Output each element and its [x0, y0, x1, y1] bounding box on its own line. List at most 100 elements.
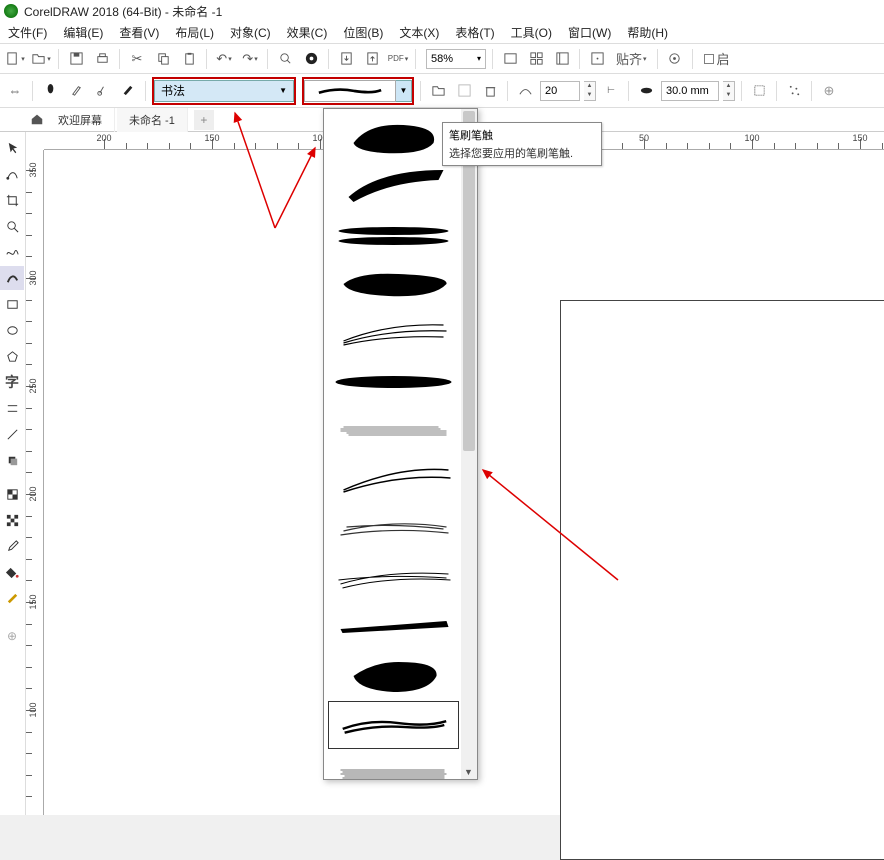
brush-item[interactable] — [328, 554, 459, 602]
menu-table[interactable]: 表格(T) — [455, 24, 494, 41]
pick-tool[interactable] — [0, 136, 24, 160]
smoothing-input[interactable]: 20 — [540, 81, 580, 101]
menu-edit[interactable]: 编辑(E) — [63, 24, 103, 41]
eyedropper-tool[interactable] — [0, 534, 24, 558]
smoothing-slider-icon[interactable]: ⊢ — [600, 80, 622, 102]
bounding-box-icon[interactable] — [748, 80, 770, 102]
print-button[interactable] — [91, 48, 113, 70]
brush-item[interactable] — [328, 505, 459, 553]
smoothing-icon — [514, 80, 536, 102]
delete-brush-button[interactable] — [479, 80, 501, 102]
shape-tool[interactable] — [0, 162, 24, 186]
brush-stroke-preview[interactable] — [304, 80, 396, 102]
stroke-width-spinner[interactable]: ▲▼ — [723, 81, 735, 101]
brush-item[interactable] — [328, 456, 459, 504]
parallel-dim-tool[interactable] — [0, 396, 24, 420]
stroke-width-icon — [635, 80, 657, 102]
scatter-icon[interactable] — [783, 80, 805, 102]
tab-add-button[interactable]: + — [194, 110, 214, 130]
brush-item-selected[interactable] — [328, 701, 459, 749]
scrollbar-down-icon[interactable]: ▼ — [464, 767, 473, 777]
redo-button[interactable]: ↷ — [239, 48, 261, 70]
browse-button[interactable] — [427, 80, 449, 102]
brush-item[interactable] — [328, 309, 459, 357]
menu-window[interactable]: 窗口(W) — [568, 24, 611, 41]
menu-effects[interactable]: 效果(C) — [287, 24, 328, 41]
menu-tools[interactable]: 工具(O) — [511, 24, 552, 41]
transparency-tool[interactable] — [0, 482, 24, 506]
annotation-arrow-3 — [478, 460, 638, 590]
menu-file[interactable]: 文件(F) — [8, 24, 47, 41]
publish-pdf-button[interactable]: PDF — [387, 48, 409, 70]
menu-help[interactable]: 帮助(H) — [627, 24, 668, 41]
tab-document[interactable]: 未命名 -1 — [117, 108, 188, 132]
menu-view[interactable]: 查看(V) — [119, 24, 159, 41]
spray-icon[interactable] — [91, 80, 113, 102]
open-button[interactable] — [30, 48, 52, 70]
ellipse-tool[interactable] — [0, 318, 24, 342]
new-button[interactable] — [4, 48, 26, 70]
brush-stroke-dropdown-arrow[interactable]: ▼ — [396, 80, 412, 102]
menu-object[interactable]: 对象(C) — [230, 24, 271, 41]
tab-welcome[interactable]: 欢迎屏幕 — [46, 108, 115, 132]
search-button[interactable] — [274, 48, 296, 70]
save-brush-button[interactable] — [453, 80, 475, 102]
brush-icon[interactable] — [65, 80, 87, 102]
freehand-tool[interactable] — [0, 240, 24, 264]
checker-tool[interactable] — [0, 508, 24, 532]
tooltip: 笔刷笔触 选择您要应用的笔刷笔触. — [442, 122, 602, 166]
outline-tool[interactable] — [0, 586, 24, 610]
artistic-media-tool[interactable] — [0, 266, 24, 290]
expand-tool[interactable]: ⊕ — [0, 624, 24, 648]
brush-item[interactable] — [328, 358, 459, 406]
add-button[interactable]: ⊕ — [818, 80, 840, 102]
copy-button[interactable] — [152, 48, 174, 70]
menu-layout[interactable]: 布局(L) — [175, 24, 214, 41]
title-bar: CorelDRAW 2018 (64-Bit) - 未命名 -1 — [0, 0, 884, 22]
brush-item[interactable] — [328, 260, 459, 308]
export-button[interactable] — [361, 48, 383, 70]
brush-scrollbar[interactable]: ▼ — [461, 109, 477, 779]
mirror-h-icon[interactable]: ⇔ — [4, 80, 26, 102]
brush-category-combo[interactable]: 书法 ▼ — [154, 80, 294, 102]
polygon-tool[interactable] — [0, 344, 24, 368]
fill-tool[interactable] — [0, 560, 24, 584]
fullscreen-button[interactable] — [499, 48, 521, 70]
paste-button[interactable] — [178, 48, 200, 70]
snap-button[interactable] — [586, 48, 608, 70]
brush-item[interactable] — [328, 750, 459, 780]
tooltip-title: 笔刷笔触 — [449, 127, 595, 143]
menu-bitmap[interactable]: 位图(B) — [343, 24, 383, 41]
save-button[interactable] — [65, 48, 87, 70]
toolbox: 字 ⊕ — [0, 132, 26, 815]
zoom-combo[interactable]: 58%▾ — [426, 49, 486, 69]
app-logo — [4, 4, 18, 18]
home-icon[interactable] — [30, 112, 44, 126]
brush-item[interactable] — [328, 603, 459, 651]
gauge-icon[interactable] — [300, 48, 322, 70]
connector-tool[interactable] — [0, 422, 24, 446]
preset-brush-icon[interactable] — [39, 80, 61, 102]
import-button[interactable] — [335, 48, 357, 70]
brush-category-highlight: 书法 ▼ — [152, 77, 296, 105]
undo-button[interactable]: ↶ — [213, 48, 235, 70]
window-title: CorelDRAW 2018 (64-Bit) - 未命名 -1 — [24, 3, 222, 20]
brush-item[interactable] — [328, 652, 459, 700]
zoom-tool[interactable] — [0, 214, 24, 238]
drop-shadow-tool[interactable] — [0, 448, 24, 472]
smoothing-spinner[interactable]: ▲▼ — [584, 81, 596, 101]
cut-button[interactable]: ✂ — [126, 48, 148, 70]
options-button[interactable] — [664, 48, 686, 70]
rectangle-tool[interactable] — [0, 292, 24, 316]
launch-button[interactable]: 启 — [699, 48, 734, 70]
grid-button[interactable] — [525, 48, 547, 70]
guides-button[interactable] — [551, 48, 573, 70]
text-tool[interactable]: 字 — [0, 370, 24, 394]
crop-tool[interactable] — [0, 188, 24, 212]
calligraphy-icon[interactable] — [117, 80, 139, 102]
annotation-arrow-2 — [265, 108, 365, 238]
stroke-width-input[interactable]: 30.0 mm — [661, 81, 719, 101]
align-dropdown[interactable]: 贴齐 — [612, 48, 651, 70]
brush-item[interactable] — [328, 407, 459, 455]
menu-text[interactable]: 文本(X) — [399, 24, 439, 41]
